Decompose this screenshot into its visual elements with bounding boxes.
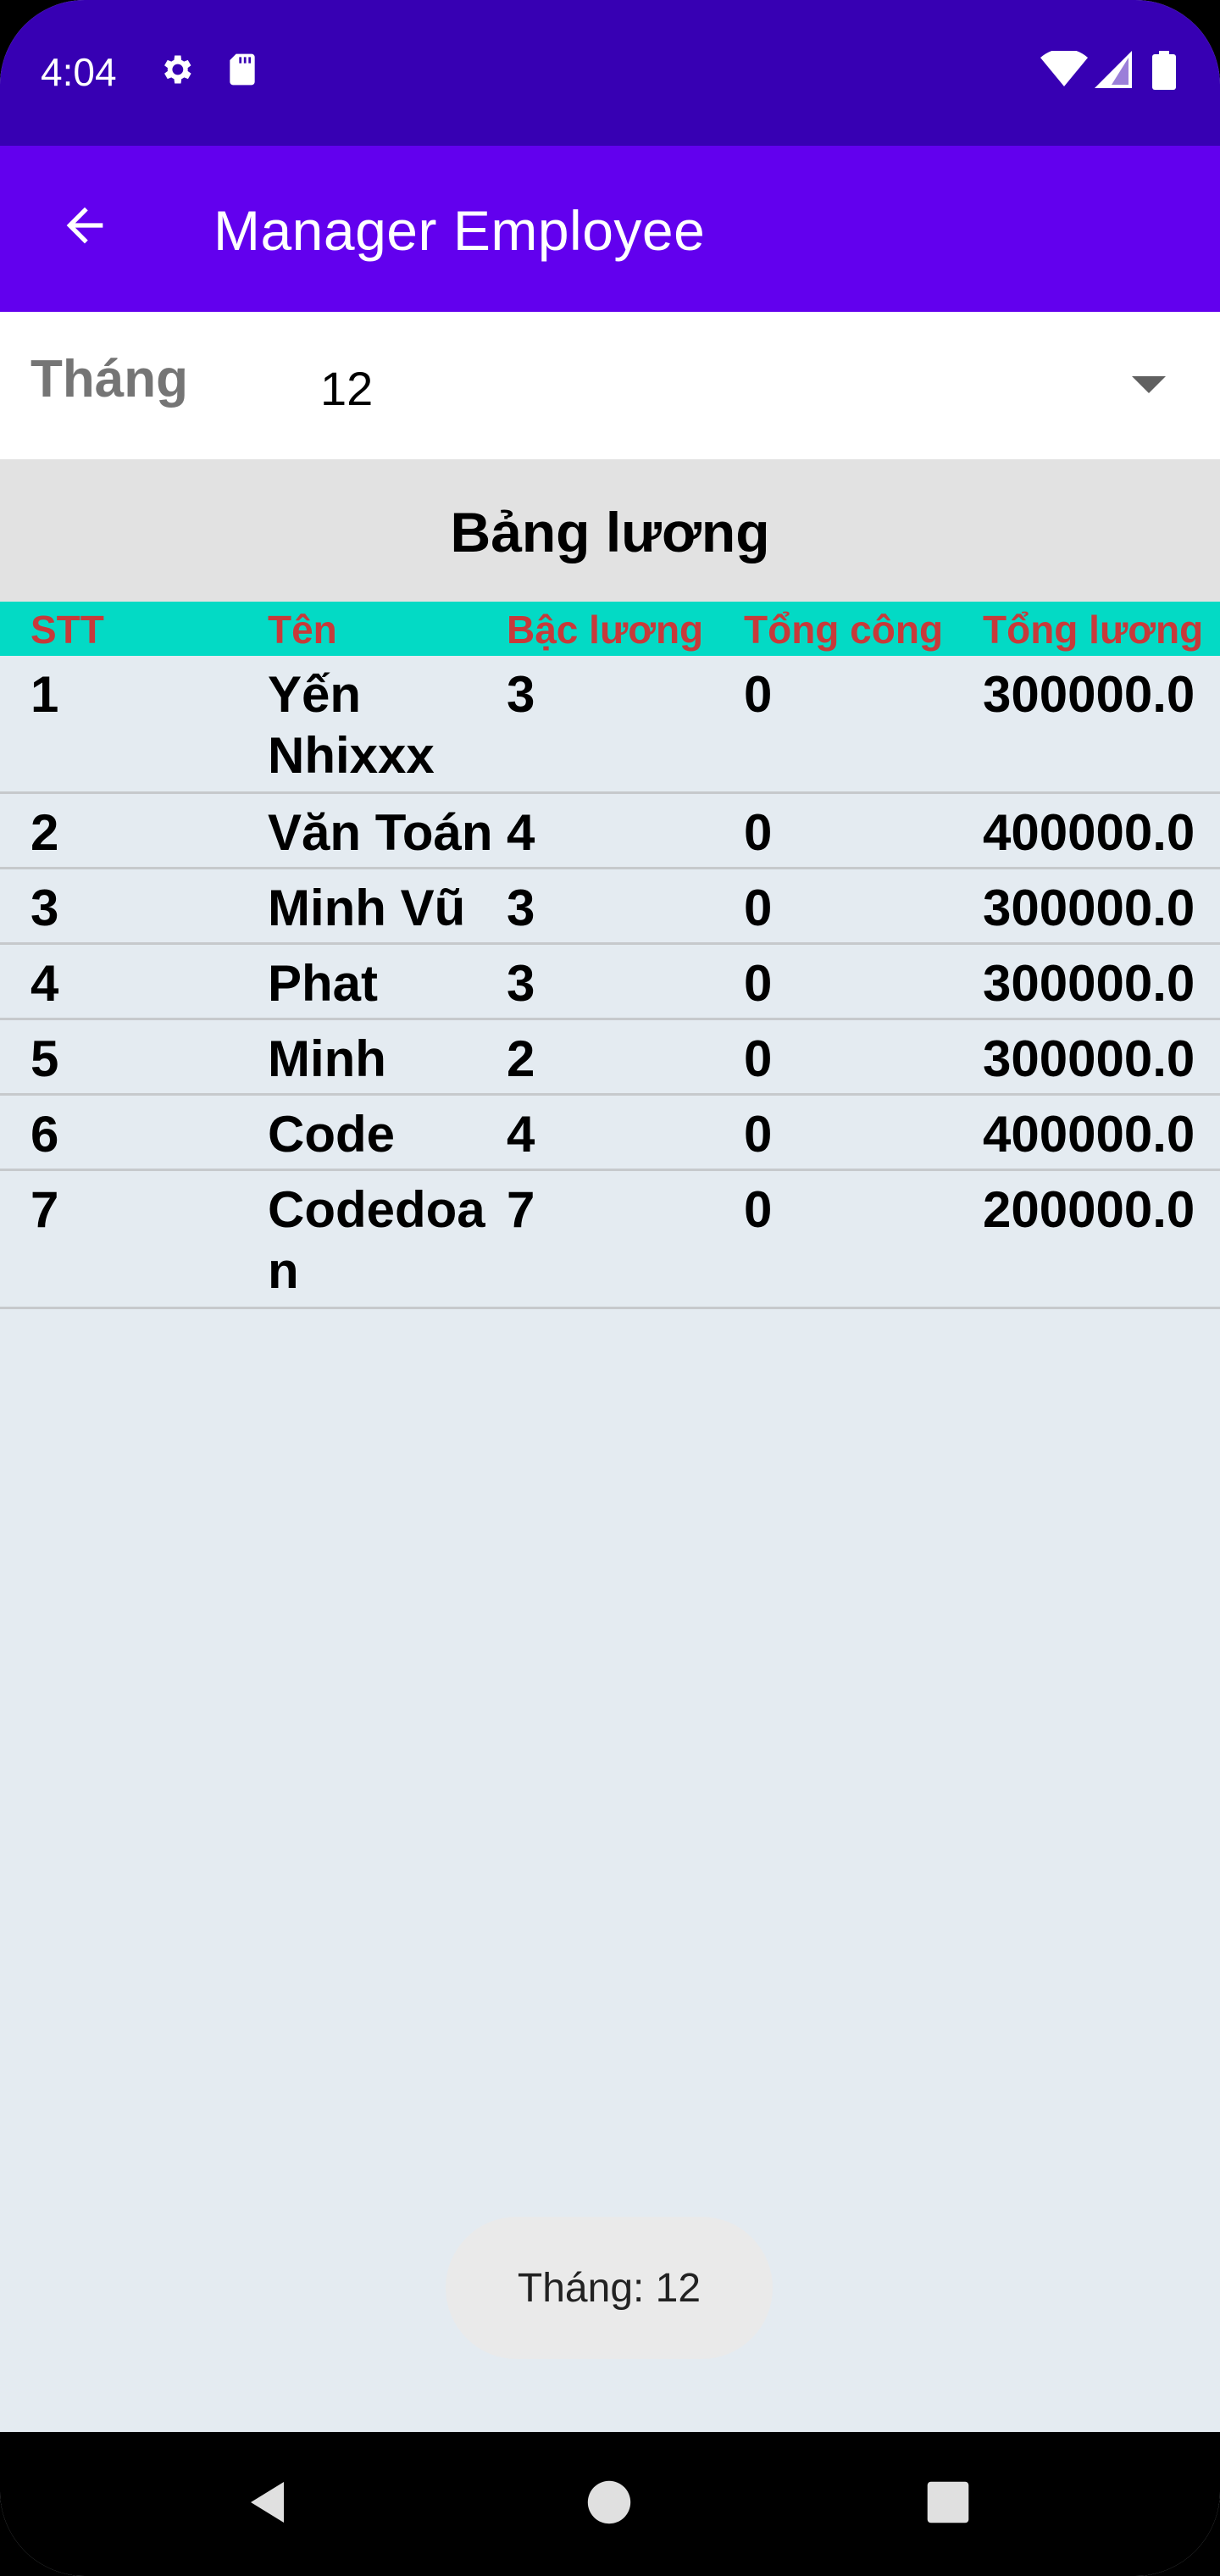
table-row[interactable]: 3 Minh Vũ 3 0 300000.0 xyxy=(0,869,1220,945)
cell-total-workdays: 0 xyxy=(744,1181,773,1238)
column-header-name: Tên xyxy=(268,608,337,652)
table-header: STT Tên Bậc lương Tổng công Tổng lương xyxy=(0,602,1220,656)
cell-total-workdays: 0 xyxy=(744,880,773,936)
battery-icon xyxy=(1152,51,1176,90)
cell-salary-grade: 3 xyxy=(507,955,535,1012)
month-spinner[interactable]: 12 xyxy=(305,329,1186,442)
cell-name: Minh Vũ xyxy=(268,880,466,936)
page-title: Manager Employee xyxy=(214,199,706,262)
table-row[interactable]: 5 Minh 2 0 300000.0 xyxy=(0,1020,1220,1096)
cell-stt: 3 xyxy=(30,880,59,936)
cell-stt: 2 xyxy=(30,804,59,861)
table-row[interactable]: 2 Văn Toán 4 0 400000.0 xyxy=(0,794,1220,869)
cell-stt: 4 xyxy=(30,955,59,1012)
table-row[interactable]: 1 Yến Nhixxx 3 0 300000.0 xyxy=(0,656,1220,794)
cell-name: Phat xyxy=(268,955,379,1012)
cell-salary-grade: 7 xyxy=(507,1181,535,1238)
table-row[interactable]: 6 Code 4 0 400000.0 xyxy=(0,1096,1220,1171)
nav-home-button[interactable] xyxy=(571,2466,647,2542)
status-time: 4:04 xyxy=(41,50,117,94)
back-button[interactable] xyxy=(42,185,127,269)
cell-total-salary: 200000.0 xyxy=(983,1181,1195,1238)
cell-salary-grade: 3 xyxy=(507,666,535,723)
table-title-bar: Bảng lương xyxy=(0,459,1220,602)
cell-name: Minh xyxy=(268,1030,386,1087)
cell-total-workdays: 0 xyxy=(744,1106,773,1163)
recents-square-icon xyxy=(925,2479,971,2529)
cell-salary-grade: 4 xyxy=(507,804,535,861)
signal-icon xyxy=(1095,51,1132,88)
cell-salary-grade: 3 xyxy=(507,880,535,936)
cell-total-salary: 300000.0 xyxy=(983,880,1195,936)
column-header-stt: STT xyxy=(30,608,104,652)
month-selected-value: 12 xyxy=(320,362,374,415)
table-row[interactable]: 7 Codedoa n 7 0 200000.0 xyxy=(0,1171,1220,1309)
system-nav-bar xyxy=(0,2432,1220,2576)
home-circle-icon xyxy=(585,2479,633,2530)
status-bar: 4:04 xyxy=(0,0,1220,146)
cell-stt: 1 xyxy=(30,666,59,723)
wifi-icon xyxy=(1040,48,1088,88)
cell-total-workdays: 0 xyxy=(744,955,773,1012)
column-header-salary-grade: Bậc lương xyxy=(507,608,704,652)
cell-total-salary: 400000.0 xyxy=(983,1106,1195,1163)
cell-salary-grade: 2 xyxy=(507,1030,535,1087)
cell-total-salary: 300000.0 xyxy=(983,1030,1195,1087)
cell-total-workdays: 0 xyxy=(744,804,773,861)
cell-name: Codedoa n xyxy=(268,1181,485,1299)
cell-stt: 7 xyxy=(30,1181,59,1238)
app-bar: Manager Employee xyxy=(0,146,1220,312)
cell-name: Yến Nhixxx xyxy=(268,666,435,784)
cell-salary-grade: 4 xyxy=(507,1106,535,1163)
sd-card-icon xyxy=(224,51,261,88)
nav-back-button[interactable] xyxy=(230,2466,307,2542)
cell-stt: 5 xyxy=(30,1030,59,1087)
nav-recents-button[interactable] xyxy=(910,2466,986,2542)
toast-message: Tháng: 12 xyxy=(446,2217,773,2359)
cell-total-workdays: 0 xyxy=(744,1030,773,1087)
app-screen: 4:04 Manager Employee Tháng 12 Bảng lươn… xyxy=(0,0,1220,2576)
cell-total-salary: 300000.0 xyxy=(983,666,1195,723)
settings-icon xyxy=(158,51,195,88)
cell-stt: 6 xyxy=(30,1106,59,1163)
column-header-total-workdays: Tổng công xyxy=(744,608,944,652)
cell-total-salary: 300000.0 xyxy=(983,955,1195,1012)
cell-total-salary: 400000.0 xyxy=(983,804,1195,861)
table-title: Bảng lương xyxy=(450,501,770,564)
back-triangle-icon xyxy=(243,2477,294,2532)
cell-name: Văn Toán xyxy=(268,804,493,861)
table-row[interactable]: 4 Phat 3 0 300000.0 xyxy=(0,945,1220,1020)
cell-total-workdays: 0 xyxy=(744,666,773,723)
cell-name: Code xyxy=(268,1106,395,1163)
arrow-back-icon xyxy=(58,198,112,257)
column-header-total-salary: Tổng lương xyxy=(983,608,1204,652)
month-label: Tháng xyxy=(30,350,188,408)
month-selector-row: Tháng 12 xyxy=(0,312,1220,459)
chevron-down-icon xyxy=(1132,376,1166,393)
